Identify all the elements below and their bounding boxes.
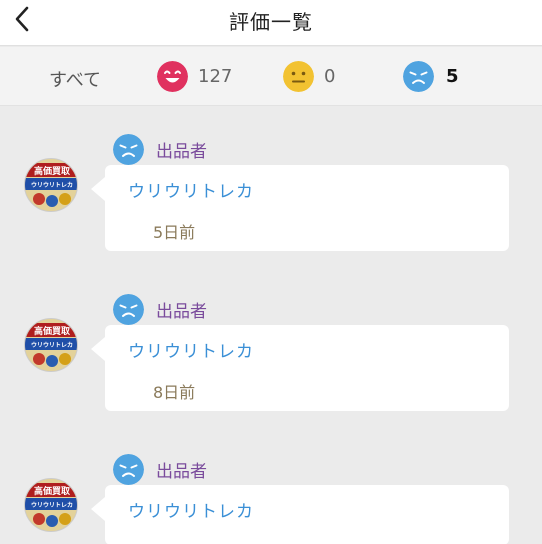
page-title: 評価一覧	[229, 10, 313, 34]
happy-face-icon	[157, 61, 188, 92]
review-item: 出品者 高価買取 ウリウリトレカ ウリウリトレカ	[0, 454, 542, 544]
reviewer-name-link[interactable]: ウリウリトレカ	[128, 337, 254, 362]
review-item: 出品者 高価買取 ウリウリトレカ ウリウリトレカ 5日前	[0, 134, 542, 294]
filter-all[interactable]: すべて	[49, 49, 101, 108]
filter-all-label: すべて	[49, 69, 102, 91]
avatar-line-1: 高価買取	[34, 325, 71, 337]
sad-face-icon	[403, 61, 434, 92]
sad-face-icon	[113, 134, 144, 165]
filter-normal[interactable]: 0	[283, 47, 335, 106]
app-header: 評価一覧	[0, 0, 542, 46]
review-date: 8日前	[153, 383, 196, 402]
reviewer-role: 出品者	[156, 302, 207, 322]
sad-face-icon	[113, 454, 144, 485]
bad-count: 5	[446, 66, 459, 87]
rating-filter-bar: すべて 127 0 5	[0, 47, 542, 106]
review-header: 出品者	[113, 454, 207, 485]
neutral-face-icon	[283, 61, 314, 92]
review-bubble: ウリウリトレカ 5日前	[91, 165, 509, 251]
review-bubble: ウリウリトレカ	[91, 485, 509, 544]
sad-face-icon	[113, 294, 144, 325]
reviewer-name-link[interactable]: ウリウリトレカ	[128, 177, 254, 202]
review-item: 出品者 高価買取 ウリウリトレカ ウリウリトレカ 8日前	[0, 294, 542, 454]
avatar-line-1: 高価買取	[34, 165, 71, 177]
review-header: 出品者	[113, 294, 207, 325]
review-bubble: ウリウリトレカ 8日前	[91, 325, 509, 411]
reviewer-role: 出品者	[156, 142, 207, 162]
avatar[interactable]: 高価買取 ウリウリトレカ	[24, 318, 78, 372]
filter-bad[interactable]: 5	[403, 47, 459, 106]
avatar-line-2: ウリウリトレカ	[31, 341, 73, 349]
avatar[interactable]: 高価買取 ウリウリトレカ	[24, 478, 78, 532]
reviewer-role: 出品者	[156, 462, 207, 482]
reviewer-name-link[interactable]: ウリウリトレカ	[128, 497, 254, 522]
avatar-line-2: ウリウリトレカ	[31, 501, 73, 509]
avatar-line-1: 高価買取	[34, 485, 71, 497]
good-count: 127	[198, 66, 233, 87]
normal-count: 0	[324, 66, 336, 87]
filter-good[interactable]: 127	[157, 47, 232, 106]
avatar-line-2: ウリウリトレカ	[31, 181, 73, 189]
review-header: 出品者	[113, 134, 207, 165]
avatar[interactable]: 高価買取 ウリウリトレカ	[24, 158, 78, 212]
review-date: 5日前	[153, 223, 196, 242]
